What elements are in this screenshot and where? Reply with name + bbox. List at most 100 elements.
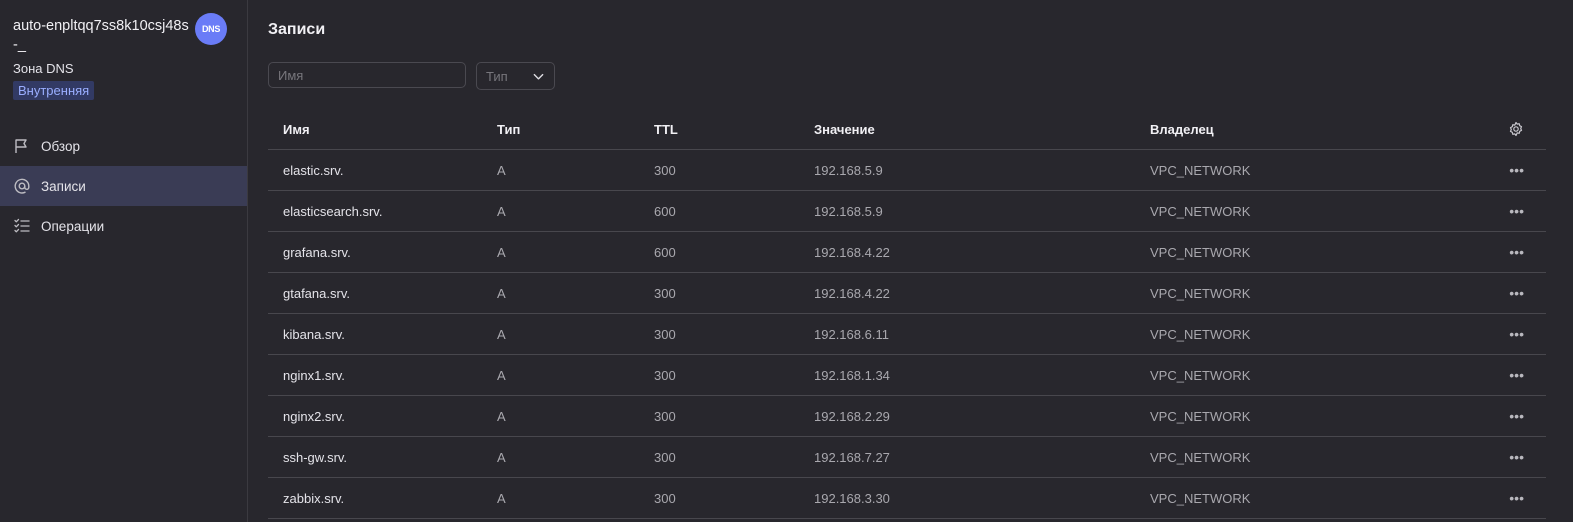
cell-owner: VPC_NETWORK [1150, 326, 1251, 342]
more-actions-icon[interactable]: ••• [1509, 163, 1524, 177]
sidebar-nav: Обзор Записи Операции [0, 126, 247, 246]
header-name[interactable]: Имя [268, 122, 497, 137]
cell-owner: VPC_NETWORK [1150, 490, 1251, 506]
header-owner[interactable]: Владелец [1150, 122, 1485, 137]
name-filter-input[interactable] [268, 62, 466, 88]
at-icon [13, 177, 31, 195]
cell-name: ssh-gw.srv. [283, 449, 348, 465]
table-row[interactable]: nginx1.srv. A 300 192.168.1.34 VPC_NETWO… [268, 355, 1546, 396]
table-row[interactable]: elasticsearch.srv. A 600 192.168.5.9 VPC… [268, 191, 1546, 232]
cell-value: 192.168.3.30 [814, 490, 890, 506]
table-body: elastic.srv. A 300 192.168.5.9 VPC_NETWO… [268, 150, 1546, 519]
cell-ttl: 300 [654, 162, 676, 178]
cell-ttl: 300 [654, 449, 676, 465]
cell-value: 192.168.7.27 [814, 449, 890, 465]
cell-type: A [497, 449, 506, 465]
more-actions-icon[interactable]: ••• [1509, 368, 1524, 382]
table-row[interactable]: kibana.srv. A 300 192.168.6.11 VPC_NETWO… [268, 314, 1546, 355]
row-actions: ••• [1485, 368, 1546, 382]
more-actions-icon[interactable]: ••• [1509, 286, 1524, 300]
sidebar: auto-enpltqq7ss8k10csj48s-_ Зона DNS Вну… [0, 0, 248, 522]
cell-type: A [497, 326, 506, 342]
cell-owner: VPC_NETWORK [1150, 203, 1251, 219]
table-row[interactable]: gtafana.srv. A 300 192.168.4.22 VPC_NETW… [268, 273, 1546, 314]
table-header: Имя Тип TTL Значение Владелец [268, 109, 1546, 150]
records-table: Имя Тип TTL Значение Владелец elastic.sr… [268, 109, 1546, 519]
cell-value: 192.168.6.11 [814, 326, 889, 342]
header-value[interactable]: Значение [814, 122, 1150, 137]
more-actions-icon[interactable]: ••• [1509, 491, 1524, 505]
cell-name: kibana.srv. [283, 326, 345, 342]
table-row[interactable]: ssh-gw.srv. A 300 192.168.7.27 VPC_NETWO… [268, 437, 1546, 478]
type-filter-select[interactable]: Тип [476, 62, 555, 90]
table-row[interactable]: grafana.srv. A 600 192.168.4.22 VPC_NETW… [268, 232, 1546, 273]
cell-type: A [497, 367, 506, 383]
page-title: Записи [268, 21, 326, 38]
cell-type: A [497, 203, 506, 219]
cell-name: grafana.srv. [283, 244, 351, 260]
cell-value: 192.168.5.9 [814, 203, 883, 219]
sidebar-item-operations[interactable]: Операции [0, 206, 247, 246]
cell-name: nginx1.srv. [283, 367, 345, 383]
cell-value: 192.168.4.22 [814, 244, 890, 260]
zone-name: auto-enpltqq7ss8k10csj48s-_ [13, 18, 189, 53]
table-row[interactable]: nginx2.srv. A 300 192.168.2.29 VPC_NETWO… [268, 396, 1546, 437]
cell-type: A [497, 285, 506, 301]
cell-ttl: 300 [654, 367, 676, 383]
cell-type: A [497, 244, 506, 260]
sidebar-item-label: Операции [41, 218, 105, 234]
cell-ttl: 300 [654, 408, 676, 424]
cell-name: elastic.srv. [283, 162, 344, 178]
type-filter-placeholder: Тип [486, 68, 508, 84]
cell-value: 192.168.1.34 [814, 367, 890, 383]
cell-ttl: 600 [654, 244, 676, 260]
cell-type: A [497, 408, 506, 424]
sidebar-item-records[interactable]: Записи [0, 166, 247, 206]
more-actions-icon[interactable]: ••• [1509, 409, 1524, 423]
flag-icon [13, 137, 31, 155]
cell-ttl: 300 [654, 490, 676, 506]
header-ttl[interactable]: TTL [654, 122, 814, 137]
more-actions-icon[interactable]: ••• [1509, 450, 1524, 464]
cell-owner: VPC_NETWORK [1150, 408, 1251, 424]
cell-type: A [497, 162, 506, 178]
row-actions: ••• [1485, 286, 1546, 300]
row-actions: ••• [1485, 204, 1546, 218]
app-window: auto-enpltqq7ss8k10csj48s-_ Зона DNS Вну… [0, 0, 1573, 522]
more-actions-icon[interactable]: ••• [1509, 327, 1524, 341]
row-actions: ••• [1485, 409, 1546, 423]
dns-icon: DNS [195, 13, 227, 45]
cell-name: nginx2.srv. [283, 408, 345, 424]
cell-owner: VPC_NETWORK [1150, 244, 1251, 260]
sidebar-item-label: Обзор [41, 138, 80, 154]
zone-subtitle: Зона DNS [13, 61, 74, 76]
cell-value: 192.168.4.22 [814, 285, 890, 301]
cell-name: gtafana.srv. [283, 285, 350, 301]
zone-type-badge: Внутренняя [13, 81, 95, 100]
gear-icon[interactable] [1508, 121, 1524, 137]
table-row[interactable]: zabbix.srv. A 300 192.168.3.30 VPC_NETWO… [268, 478, 1546, 519]
more-actions-icon[interactable]: ••• [1509, 204, 1524, 218]
cell-ttl: 600 [654, 203, 676, 219]
checklist-icon [13, 217, 31, 235]
zone-header: auto-enpltqq7ss8k10csj48s-_ Зона DNS Вну… [0, 0, 247, 111]
header-settings [1485, 121, 1546, 137]
row-actions: ••• [1485, 327, 1546, 341]
cell-owner: VPC_NETWORK [1150, 162, 1251, 178]
cell-name: zabbix.srv. [283, 490, 345, 506]
cell-owner: VPC_NETWORK [1150, 285, 1251, 301]
sidebar-item-label: Записи [41, 178, 86, 194]
cell-value: 192.168.2.29 [814, 408, 890, 424]
cell-name: elasticsearch.srv. [283, 203, 383, 219]
more-actions-icon[interactable]: ••• [1509, 245, 1524, 259]
cell-type: A [497, 490, 506, 506]
row-actions: ••• [1485, 245, 1546, 259]
filters-bar: Тип [268, 62, 555, 90]
header-type[interactable]: Тип [497, 122, 654, 137]
cell-ttl: 300 [654, 326, 676, 342]
cell-ttl: 300 [654, 285, 676, 301]
sidebar-item-overview[interactable]: Обзор [0, 126, 247, 166]
chevron-down-icon [533, 73, 544, 80]
table-row[interactable]: elastic.srv. A 300 192.168.5.9 VPC_NETWO… [268, 150, 1546, 191]
main-content: Записи Тип Имя Тип TTL Значение Владелец [268, 0, 1546, 522]
